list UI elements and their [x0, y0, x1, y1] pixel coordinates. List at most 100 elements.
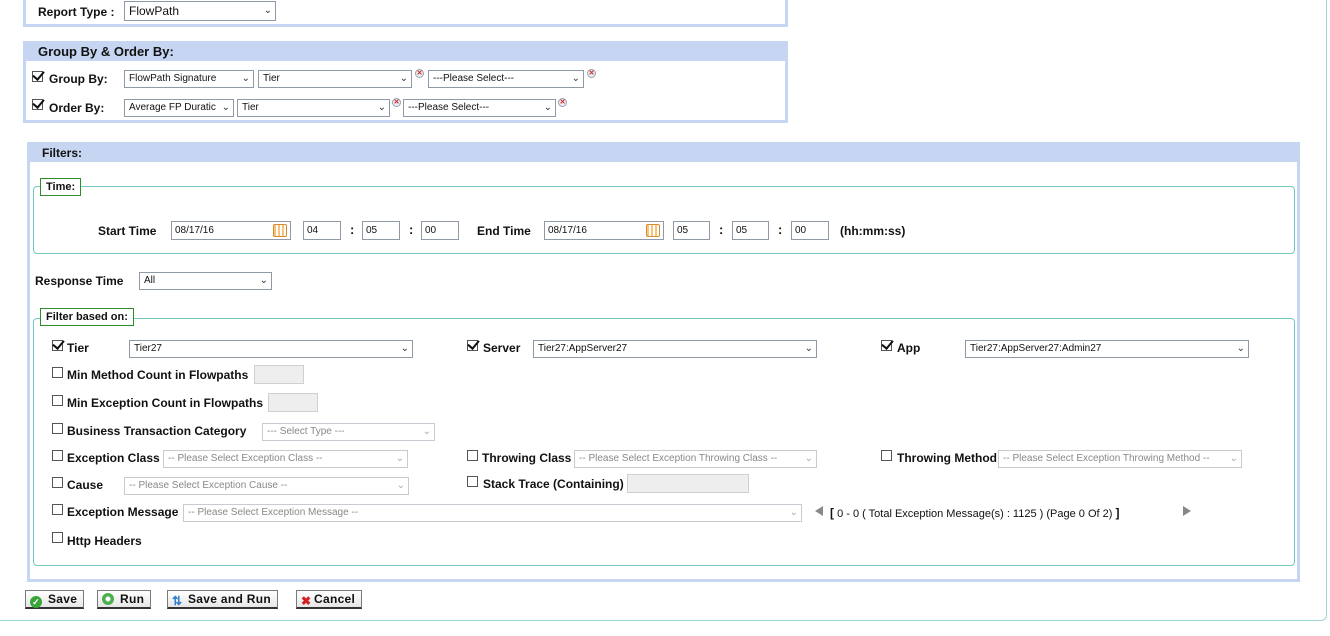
next-page-icon[interactable] [1183, 506, 1191, 516]
end-time-label: End Time [477, 224, 531, 238]
min-exception-checkbox[interactable] [52, 395, 63, 406]
throwing-method-checkbox[interactable] [881, 450, 892, 461]
throwing-class-checkbox[interactable] [467, 450, 478, 461]
bt-category-checkbox[interactable] [52, 423, 63, 434]
group-by-select-3[interactable]: ---Please Select--- ⌄ [428, 70, 584, 88]
cause-select[interactable]: -- Please Select Exception Cause -- ⌄ [124, 477, 409, 495]
cancel-button[interactable]: ✖ Cancel [296, 590, 363, 609]
chevron-down-icon: ⌄ [377, 102, 386, 113]
chevron-down-icon: ⌄ [259, 275, 268, 286]
order-by-select-3[interactable]: ---Please Select--- ⌄ [403, 99, 556, 117]
previous-page-icon[interactable] [815, 506, 823, 516]
app-checkbox[interactable] [881, 340, 892, 351]
filters-title: Filters: [30, 145, 1297, 162]
app-select[interactable]: Tier27:AppServer27:Admin27 ⌄ [965, 340, 1249, 358]
save-and-run-button[interactable]: ⇅ Save and Run [167, 590, 278, 609]
order-by-checkbox[interactable] [32, 99, 43, 110]
cause-checkbox[interactable] [52, 477, 63, 488]
order-by-label: Order By: [49, 101, 105, 115]
check-circle-icon: ✓ [30, 596, 42, 608]
chevron-down-icon: ⌄ [804, 453, 813, 464]
play-circle-icon [102, 593, 114, 605]
http-headers-label: Http Headers [67, 534, 142, 548]
calendar-icon[interactable] [273, 224, 287, 237]
report-type-select[interactable]: FlowPath ⌄ [124, 1, 276, 21]
start-time-label: Start Time [98, 224, 157, 238]
end-minute-input[interactable]: 05 [732, 221, 769, 240]
stack-trace-checkbox[interactable] [467, 476, 478, 487]
exception-class-select[interactable]: -- Please Select Exception Class -- ⌄ [163, 450, 408, 468]
chevron-down-icon: ⌄ [804, 343, 813, 354]
cause-label: Cause [67, 478, 104, 492]
chevron-down-icon: ⌄ [571, 73, 580, 84]
stack-trace-label: Stack Trace (Containing) [483, 477, 624, 491]
group-by-label: Group By: [49, 72, 108, 86]
stack-trace-input[interactable] [627, 474, 749, 493]
report-type-panel: Report Type : FlowPath ⌄ [23, 0, 788, 27]
response-time-label: Response Time [35, 274, 124, 288]
time-separator: : [409, 222, 414, 237]
server-select[interactable]: Tier27:AppServer27 ⌄ [533, 340, 817, 358]
tier-select[interactable]: Tier27 ⌄ [129, 340, 413, 358]
exception-message-pager: [ 0 - 0 ( Total Exception Message(s) : 1… [830, 506, 1120, 520]
exception-class-label: Exception Class [67, 451, 160, 465]
end-second-input[interactable]: 00 [791, 221, 829, 240]
chevron-down-icon: ⌄ [396, 480, 405, 491]
remove-group-by-icon[interactable]: ✕ [415, 69, 424, 78]
chevron-down-icon: ⌄ [1229, 453, 1238, 464]
throwing-method-label: Throwing Method [897, 451, 997, 465]
throwing-method-select[interactable]: -- Please Select Exception Throwing Meth… [998, 450, 1242, 468]
chevron-down-icon: ⌄ [395, 453, 404, 464]
time-legend: Time: [40, 178, 82, 196]
chevron-down-icon: ⌄ [400, 343, 409, 354]
save-button[interactable]: ✓ Save [25, 590, 85, 609]
group-by-select-1[interactable]: FlowPath Signature ⌄ [124, 70, 254, 88]
bt-category-label: Business Transaction Category [67, 424, 247, 438]
chevron-down-icon: ⌄ [221, 102, 230, 113]
order-by-select-2[interactable]: Tier ⌄ [237, 99, 390, 117]
filter-based-legend: Filter based on: [40, 308, 134, 326]
calendar-icon[interactable] [646, 224, 660, 237]
throwing-class-label: Throwing Class [482, 451, 572, 465]
chevron-down-icon: ⌄ [399, 73, 408, 84]
time-format-hint: (hh:mm:ss) [840, 224, 906, 238]
min-method-input[interactable] [254, 365, 304, 384]
end-hour-input[interactable]: 05 [673, 221, 710, 240]
min-method-checkbox[interactable] [52, 367, 63, 378]
remove-order-by-2-icon[interactable]: ✕ [558, 98, 567, 107]
report-type-label: Report Type : [38, 5, 115, 19]
start-minute-input[interactable]: 05 [362, 221, 400, 240]
run-button[interactable]: Run [97, 590, 152, 609]
chevron-down-icon: ⌄ [241, 73, 250, 84]
group-by-select-2[interactable]: Tier ⌄ [258, 70, 412, 88]
http-headers-checkbox[interactable] [52, 532, 63, 543]
exception-message-select[interactable]: -- Please Select Exception Message -- ⌄ [183, 504, 802, 522]
chevron-down-icon: ⌄ [789, 507, 798, 518]
time-fieldset [33, 186, 1295, 254]
remove-order-by-icon[interactable]: ✕ [392, 98, 401, 107]
remove-group-by-2-icon[interactable]: ✕ [587, 69, 596, 78]
group-by-checkbox[interactable] [32, 71, 43, 82]
tier-checkbox[interactable] [52, 340, 63, 351]
order-by-select-1[interactable]: Average FP Duratic ⌄ [124, 99, 234, 117]
time-separator: : [719, 222, 724, 237]
min-exception-input[interactable] [268, 393, 318, 412]
chevron-down-icon: ⌄ [263, 5, 272, 16]
start-hour-input[interactable]: 04 [303, 221, 341, 240]
throwing-class-select[interactable]: -- Please Select Exception Throwing Clas… [574, 450, 817, 468]
chevron-down-icon: ⌄ [543, 102, 552, 113]
bt-category-select[interactable]: --- Select Type --- ⌄ [262, 423, 435, 441]
exception-class-checkbox[interactable] [52, 450, 63, 461]
response-time-select[interactable]: All ⌄ [139, 272, 272, 290]
server-checkbox[interactable] [467, 340, 478, 351]
exception-message-checkbox[interactable] [52, 504, 63, 515]
min-exception-label: Min Exception Count in Flowpaths [67, 396, 263, 410]
chevron-down-icon: ⌄ [1236, 343, 1245, 354]
start-second-input[interactable]: 00 [421, 221, 459, 240]
time-separator: : [350, 222, 355, 237]
group-order-title: Group By & Order By: [26, 44, 785, 61]
min-method-label: Min Method Count in Flowpaths [67, 368, 249, 382]
group-order-panel: Group By & Order By: Group By: FlowPath … [23, 41, 788, 123]
x-icon: ✖ [301, 594, 312, 608]
server-label: Server [483, 341, 521, 355]
